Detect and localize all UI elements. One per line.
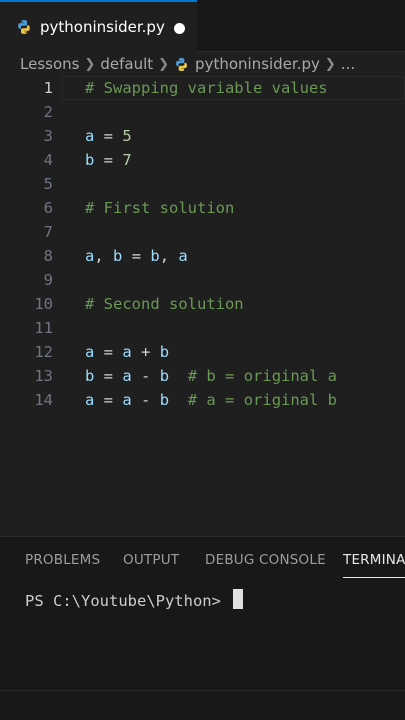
line-number: 3 (43, 127, 53, 145)
line-number: 4 (43, 151, 53, 169)
code-text: a = a - b # a = original b (85, 391, 338, 409)
line-number: 7 (43, 223, 53, 241)
terminal-prompt[interactable]: PS C:\Youtube\Python> (25, 589, 230, 613)
line-number: 14 (34, 391, 53, 409)
code-editor[interactable]: 1 # Swapping variable values 2 3 a = 5 4 b = 7… (0, 76, 405, 536)
panel-tab-bar: PROBLEMS OUTPUT DEBUG CONSOLE TERMINAL (0, 537, 405, 581)
line-number: 13 (34, 367, 53, 385)
code-text: b = a - b # b = original a (85, 367, 338, 385)
chevron-right-icon: ❯ (84, 56, 96, 72)
chevron-right-icon: ❯ (324, 56, 336, 72)
code-text: # Second solution (85, 295, 244, 313)
python-icon (176, 57, 187, 71)
code-line[interactable]: 5 (0, 172, 405, 196)
line-number: 9 (43, 271, 53, 289)
code-text: a = 5 (85, 127, 132, 145)
code-line[interactable]: 7 (0, 220, 405, 244)
code-line[interactable]: 1 # Swapping variable values (0, 76, 405, 100)
unsaved-dot-icon[interactable] (174, 23, 185, 34)
code-text: a = a + b (85, 343, 170, 361)
status-strip (0, 690, 405, 720)
tab-terminal[interactable]: TERMINAL (343, 537, 405, 578)
line-number: 10 (34, 295, 53, 313)
tab-debug-console[interactable]: DEBUG CONSOLE (205, 537, 326, 581)
breadcrumb-file[interactable]: pythoninsider.py (195, 55, 320, 73)
line-number: 8 (43, 247, 53, 265)
code-line[interactable]: 9 (0, 268, 405, 292)
line-number: 1 (43, 79, 53, 97)
code-line[interactable]: 12 a = a + b (0, 340, 405, 364)
code-text: a, b = b, a (85, 247, 188, 265)
line-number: 11 (34, 319, 53, 337)
tab-label: pythoninsider.py (40, 18, 165, 36)
terminal-cursor (233, 589, 243, 609)
code-line[interactable]: 13 b = a - b # b = original a (0, 364, 405, 388)
code-line[interactable]: 8 a, b = b, a (0, 244, 405, 268)
code-text: # Swapping variable values (85, 79, 328, 97)
code-line[interactable]: 6 # First solution (0, 196, 405, 220)
code-line[interactable]: 2 (0, 100, 405, 124)
code-line[interactable]: 11 (0, 316, 405, 340)
breadcrumb-lessons[interactable]: Lessons (20, 55, 79, 73)
line-number: 2 (43, 103, 53, 121)
code-text: # First solution (85, 199, 235, 217)
line-number: 5 (43, 175, 53, 193)
editor-tab-bar: pythoninsider.py (0, 0, 405, 52)
breadcrumb: Lessons ❯ default ❯ pythoninsider.py ❯ .… (0, 52, 405, 76)
code-line[interactable]: 3 a = 5 (0, 124, 405, 148)
tab-pythoninsider[interactable]: pythoninsider.py (0, 0, 197, 52)
code-line[interactable]: 10 # Second solution (0, 292, 405, 316)
line-number: 12 (34, 343, 53, 361)
line-number: 6 (43, 199, 53, 217)
tab-output[interactable]: OUTPUT (123, 537, 179, 581)
tab-problems[interactable]: PROBLEMS (25, 537, 100, 581)
python-icon (18, 20, 30, 34)
code-line[interactable]: 14 a = a - b # a = original b (0, 388, 405, 412)
breadcrumb-default[interactable]: default (100, 55, 153, 73)
breadcrumb-more[interactable]: ... (341, 55, 355, 73)
chevron-right-icon: ❯ (158, 56, 170, 72)
code-text: b = 7 (85, 151, 132, 169)
code-line[interactable]: 4 b = 7 (0, 148, 405, 172)
